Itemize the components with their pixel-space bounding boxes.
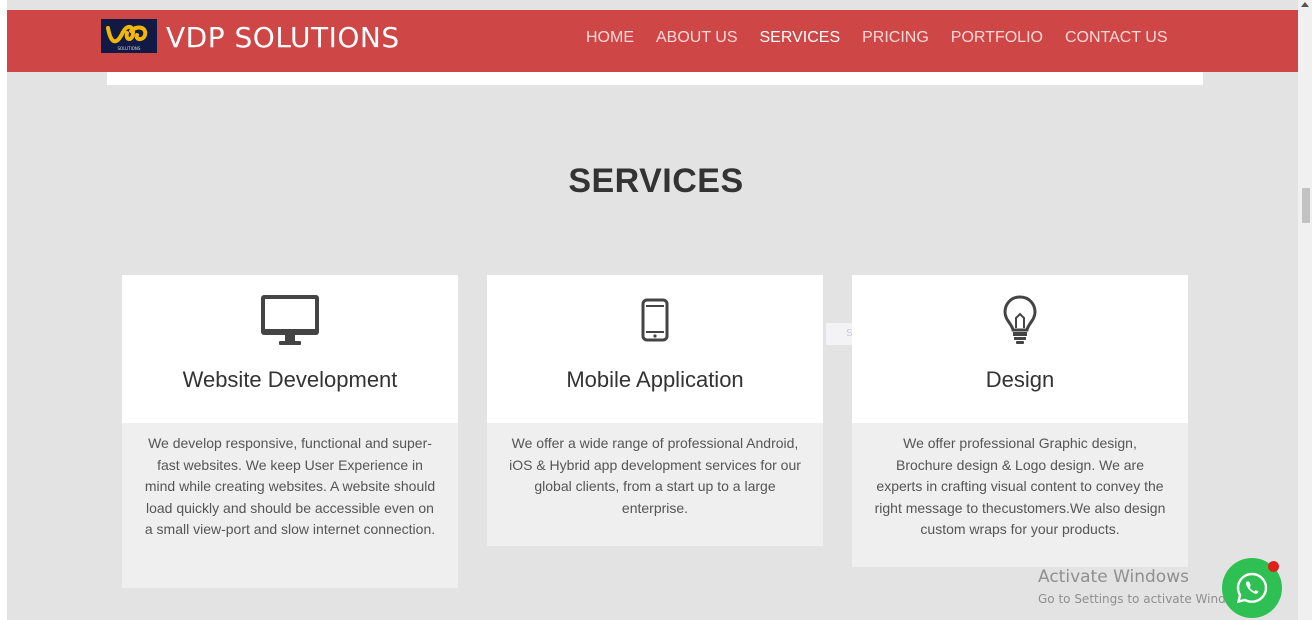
logo-tagline: SOLUTIONS	[118, 46, 141, 51]
service-card-website: Website Development We develop responsiv…	[122, 275, 458, 588]
windows-activation-notice: Activate Windows Go to Settings to activ…	[1038, 566, 1253, 608]
main-nav: HOME ABOUT US SERVICES PRICING PORTFOLIO…	[586, 26, 1190, 50]
nav-portfolio[interactable]: PORTFOLIO	[951, 26, 1043, 50]
mobile-icon	[487, 290, 823, 350]
service-description: We offer professional Graphic design, Br…	[852, 423, 1188, 567]
service-description: We develop responsive, functional and su…	[122, 423, 458, 588]
whatsapp-icon	[1236, 572, 1268, 604]
nav-home[interactable]: HOME	[586, 26, 634, 50]
activation-subtitle: Go to Settings to activate Windows.	[1038, 592, 1253, 606]
monitor-icon	[122, 290, 458, 350]
service-card-mobile: Mobile Application We offer a wide range…	[487, 275, 823, 546]
service-description: We offer a wide range of professional An…	[487, 423, 823, 546]
lightbulb-icon	[852, 290, 1188, 350]
card-header: Design	[852, 275, 1188, 423]
nav-contact-us[interactable]: CONTACT US	[1065, 26, 1168, 50]
left-edge	[0, 0, 7, 620]
nav-pricing[interactable]: PRICING	[862, 26, 929, 50]
card-header: Website Development	[122, 275, 458, 423]
service-card-design: Design We offer professional Graphic des…	[852, 275, 1188, 567]
card-header: Mobile Application	[487, 275, 823, 423]
section-title: SERVICES	[568, 162, 744, 200]
nav-services[interactable]: SERVICES	[760, 26, 841, 50]
nav-about-us[interactable]: ABOUT US	[656, 26, 738, 50]
activation-title: Activate Windows	[1038, 567, 1189, 587]
logo[interactable]: SOLUTIONS	[101, 19, 157, 53]
scroll-up-icon[interactable]	[1301, 2, 1309, 7]
service-title: Website Development	[182, 367, 398, 392]
scrollbar-thumb[interactable]	[1302, 188, 1310, 223]
service-title: Mobile Application	[566, 367, 744, 392]
service-title: Design	[985, 367, 1055, 392]
header-strip	[107, 72, 1203, 85]
brand-name[interactable]: VDP SOLUTIONS	[166, 18, 400, 58]
notification-badge	[1268, 561, 1279, 572]
scrollbar[interactable]	[1298, 0, 1312, 620]
